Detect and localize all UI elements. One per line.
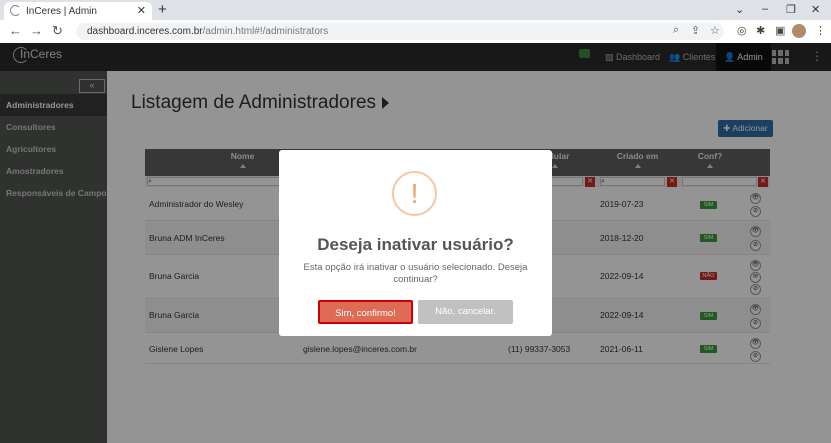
warning-icon: ! xyxy=(392,171,437,216)
cancel-button[interactable]: Não, cancelar. xyxy=(418,300,513,324)
sidepanel-icon[interactable]: ▣ xyxy=(775,24,785,37)
browser-tab-title: InCeres | Admin xyxy=(26,6,97,17)
dialog-title: Deseja inativar usuário? xyxy=(317,235,514,254)
forward-icon[interactable]: → xyxy=(30,23,43,38)
browser-menu-icon[interactable]: ⋮ xyxy=(815,24,826,37)
inceres-favicon-icon xyxy=(10,5,21,16)
new-tab-icon[interactable]: + xyxy=(158,1,167,18)
chevron-down-icon[interactable]: ⌄ xyxy=(735,3,744,16)
search-icon[interactable]: ⌕ xyxy=(673,24,679,37)
back-icon[interactable]: ← xyxy=(9,23,22,38)
browser-tab[interactable]: InCeres | Admin ✕ xyxy=(4,2,152,20)
confirm-dialog: ! Deseja inativar usuário? Esta opção ir… xyxy=(279,150,552,336)
address-bar[interactable]: dashboard.inceres.com.br/admin.html#!/ad… xyxy=(76,23,724,40)
dialog-text: Esta opção irá inativar o usuário seleci… xyxy=(303,262,528,285)
confirm-button[interactable]: Sim, confirmo! xyxy=(318,300,413,324)
bookmark-star-icon[interactable]: ☆ xyxy=(710,24,720,37)
share-icon[interactable]: ⇪ xyxy=(691,24,700,37)
extension-icon[interactable]: ◎ xyxy=(737,24,747,37)
browser-toolbar: ← → ↻ dashboard.inceres.com.br/admin.htm… xyxy=(0,20,831,44)
minimize-icon[interactable]: – xyxy=(762,3,768,15)
puzzle-icon[interactable]: ✱ xyxy=(756,24,765,37)
reload-icon[interactable]: ↻ xyxy=(52,23,63,39)
profile-avatar[interactable] xyxy=(792,24,806,38)
close-tab-icon[interactable]: ✕ xyxy=(137,4,146,17)
browser-tab-bar: InCeres | Admin ✕ + ⌄ – ❐ ✕ xyxy=(0,0,831,20)
close-window-icon[interactable]: ✕ xyxy=(811,3,820,16)
restore-icon[interactable]: ❐ xyxy=(786,3,796,16)
url-text: dashboard.inceres.com.br/admin.html#!/ad… xyxy=(87,26,329,37)
